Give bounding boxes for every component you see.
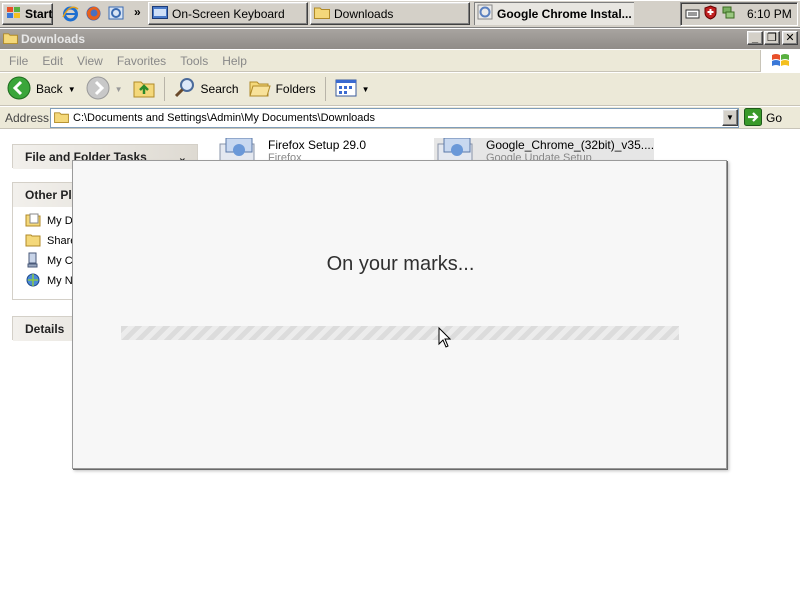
menu-favorites[interactable]: Favorites: [110, 54, 173, 68]
chrome-installer-dialog: On your marks...: [72, 160, 727, 469]
go-arrow-icon: [744, 107, 762, 129]
back-label: Back: [36, 82, 63, 96]
windows-flag-icon: [6, 6, 22, 23]
back-dropdown-icon[interactable]: ▼: [68, 85, 76, 94]
mouse-cursor-icon: [438, 326, 452, 351]
keyboard-icon: [152, 5, 168, 22]
menu-tools[interactable]: Tools: [173, 54, 215, 68]
place-label: My D: [47, 215, 73, 227]
shared-folder-icon: [25, 233, 41, 250]
window-title: Downloads: [21, 32, 86, 46]
forward-dropdown-icon[interactable]: ▼: [115, 85, 123, 94]
firefox-icon[interactable]: [85, 5, 102, 23]
address-path: C:\Documents and Settings\Admin\My Docum…: [73, 112, 376, 124]
task-button-downloads[interactable]: Downloads: [310, 2, 470, 25]
menu-edit[interactable]: Edit: [35, 54, 70, 68]
folders-button[interactable]: Folders: [246, 75, 319, 103]
search-icon: [174, 77, 196, 102]
go-label: Go: [766, 111, 783, 125]
quick-launch: [62, 5, 132, 23]
taskbar: Start » On-Screen Keyboard Downloads Goo…: [0, 0, 800, 28]
documents-icon: [25, 213, 41, 230]
back-button[interactable]: Back ▼: [4, 75, 79, 103]
computer-icon: [25, 252, 41, 271]
views-button[interactable]: ▼: [332, 75, 373, 103]
clock[interactable]: 6:10 PM: [747, 7, 792, 21]
installer-icon: [477, 4, 493, 23]
place-label: My N: [47, 275, 73, 287]
folders-icon: [248, 78, 271, 101]
menu-view[interactable]: View: [70, 54, 110, 68]
installer-progress-bar: [121, 326, 679, 340]
address-bar: Address C:\Documents and Settings\Admin\…: [0, 107, 800, 129]
panel-title: Details: [25, 322, 65, 336]
restore-button[interactable]: ❐: [764, 31, 780, 45]
task-button-chrome-installer[interactable]: Google Chrome Instal...: [474, 2, 634, 25]
task-label: On-Screen Keyboard: [172, 6, 285, 21]
place-label: My C: [47, 255, 73, 267]
system-tray: 6:10 PM: [680, 2, 798, 26]
start-label: Start: [25, 7, 53, 21]
network-icon[interactable]: [721, 5, 736, 23]
file-name: Google_Chrome_(32bit)_v35....: [486, 138, 655, 152]
forward-arrow-icon: [86, 76, 110, 103]
toolbar-separator: [324, 77, 326, 101]
menu-help[interactable]: Help: [215, 54, 254, 68]
views-dropdown-icon: ▼: [361, 84, 370, 94]
folders-label: Folders: [275, 82, 316, 96]
keyboard-tray-icon[interactable]: [685, 6, 700, 23]
views-icon: [335, 79, 357, 100]
file-name: Firefox Setup 29.0: [268, 138, 367, 152]
folder-icon: [314, 6, 330, 22]
outlook-express-icon[interactable]: [108, 5, 125, 23]
installer-status-message: On your marks...: [326, 253, 475, 275]
panel-title: Other Pla: [25, 188, 79, 202]
toolbar: Back ▼ ▼ Search Folders ▼: [0, 73, 800, 106]
menu-bar: File Edit View Favorites Tools Help: [0, 50, 800, 72]
window-titlebar[interactable]: Downloads: [0, 29, 800, 49]
quick-launch-chevron-icon[interactable]: »: [134, 5, 141, 19]
task-label: Google Chrome Instal...: [497, 6, 632, 21]
address-input[interactable]: C:\Documents and Settings\Admin\My Docum…: [50, 108, 739, 128]
go-button[interactable]: Go: [744, 107, 798, 129]
security-shield-icon[interactable]: [703, 5, 718, 23]
close-button[interactable]: ✕: [782, 31, 798, 45]
search-button[interactable]: Search: [171, 75, 242, 103]
forward-button[interactable]: ▼: [83, 75, 126, 103]
task-button-on-screen-keyboard[interactable]: On-Screen Keyboard: [148, 2, 308, 25]
network-places-icon: [25, 272, 41, 291]
minimize-button[interactable]: _: [747, 31, 763, 45]
ie-icon[interactable]: [62, 5, 79, 23]
menu-file[interactable]: File: [2, 54, 35, 68]
folder-icon: [54, 111, 69, 126]
up-folder-icon: [133, 77, 155, 102]
task-label: Downloads: [334, 6, 394, 21]
windows-logo-icon: [760, 50, 800, 72]
toolbar-separator: [163, 77, 165, 101]
search-label: Search: [200, 82, 239, 96]
start-button[interactable]: Start: [2, 3, 53, 25]
address-label: Address: [5, 111, 50, 125]
address-dropdown-icon[interactable]: ▼: [722, 109, 738, 126]
up-folder-button[interactable]: [130, 75, 158, 103]
folder-icon: [3, 32, 18, 47]
back-arrow-icon: [7, 76, 31, 103]
